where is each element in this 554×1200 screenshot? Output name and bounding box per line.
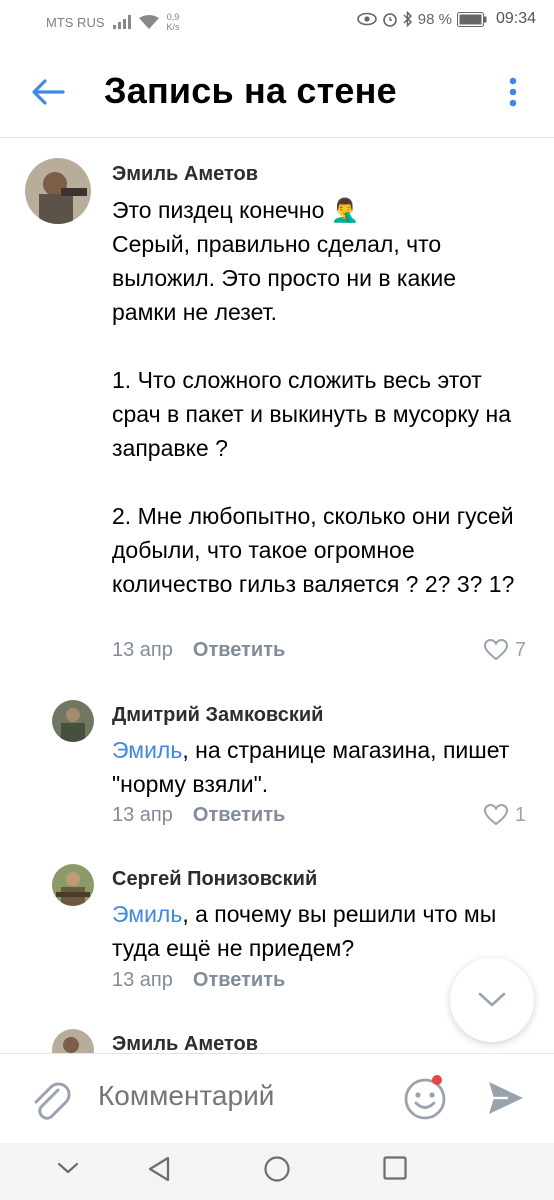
avatar[interactable] [52,1029,94,1053]
comment-list[interactable]: Эмиль Аметов Это пиздец конечно 🤦‍♂️ Сер… [0,139,554,1053]
avatar[interactable] [52,864,94,906]
battery-percent: 98 % [417,10,452,28]
comment-item: Эмиль Аметов Это пиздец конечно 🤦‍♂️ Сер… [0,139,554,679]
like-count: 7 [514,638,526,661]
attach-button[interactable] [28,1076,72,1127]
wifi-icon [138,14,159,29]
alarm-icon [382,13,397,27]
comment-author[interactable]: Эмиль Аметов [112,1033,258,1053]
notification-dot [432,1075,442,1085]
mention-link[interactable]: Эмиль [112,901,182,927]
network-speed: 0,9 K/s [166,12,180,32]
comment-text: Эмиль, а почему вы решили что мы туда ещ… [112,901,497,961]
eye-icon [356,12,377,26]
nav-hide-button[interactable] [56,1161,80,1180]
system-nav-bar [0,1143,554,1200]
battery-icon [456,11,487,27]
send-button[interactable] [486,1078,526,1123]
comment-meta: 13 апр Ответить [112,969,285,992]
comment-meta: 13 апр Ответить [112,639,285,662]
circle-home-icon [264,1156,290,1182]
more-options-button[interactable] [498,72,528,112]
nav-home-button[interactable] [263,1155,291,1188]
comment-text: Эмиль, на странице магазина, пишет "норм… [112,737,510,797]
comment-date: 13 апр [112,804,173,826]
comment-text: Это пиздец конечно 🤦‍♂️ Серый, правильно… [112,197,515,597]
avatar[interactable] [52,700,94,742]
comment-date: 13 апр [112,639,173,661]
comment-author[interactable]: Эмиль Аметов [112,163,258,186]
comment-date: 13 апр [112,969,173,991]
nav-back-button[interactable] [146,1155,172,1188]
emoji-button[interactable] [402,1076,448,1127]
reply-button[interactable]: Ответить [193,639,285,662]
signal-icon [112,15,131,29]
comment-meta: 13 апр Ответить [112,804,285,827]
reply-button[interactable]: Ответить [193,969,285,992]
comment-author[interactable]: Дмитрий Замковский [112,704,323,727]
smile-icon [404,1078,446,1120]
comment-author[interactable]: Сергей Понизовский [112,868,317,891]
heart-icon [483,638,508,661]
paperclip-icon [34,1082,71,1120]
reply-button[interactable]: Ответить [193,804,285,827]
back-button[interactable] [26,72,70,112]
more-vertical-icon [509,77,517,107]
like-count: 1 [514,803,526,826]
like-button[interactable]: 1 [483,803,526,827]
like-button[interactable]: 7 [483,638,526,662]
nav-recents-button[interactable] [382,1155,408,1186]
bluetooth-icon [403,11,412,27]
triangle-back-icon [148,1156,170,1182]
mention-link[interactable]: Эмиль [112,737,182,763]
arrow-left-icon [32,79,65,105]
page-title: Запись на стене [104,70,397,111]
comment-item: Дмитрий Замковский Эмиль, на странице ма… [0,687,554,847]
clock: 09:34 [495,10,536,27]
app-header: Запись на стене [0,42,554,138]
chevron-down-icon [478,992,506,1007]
heart-icon [483,803,508,826]
send-icon [489,1082,523,1114]
comment-input[interactable] [98,1080,388,1112]
status-bar: MTS RUS 0,9 K/s 98 % 09:34 [0,0,554,42]
comment-composer [0,1053,554,1143]
scroll-down-button[interactable] [450,958,534,1042]
square-recents-icon [383,1156,407,1180]
chevron-down-icon [57,1162,79,1174]
carrier-name: MTS RUS [46,14,105,30]
avatar[interactable] [25,158,91,224]
